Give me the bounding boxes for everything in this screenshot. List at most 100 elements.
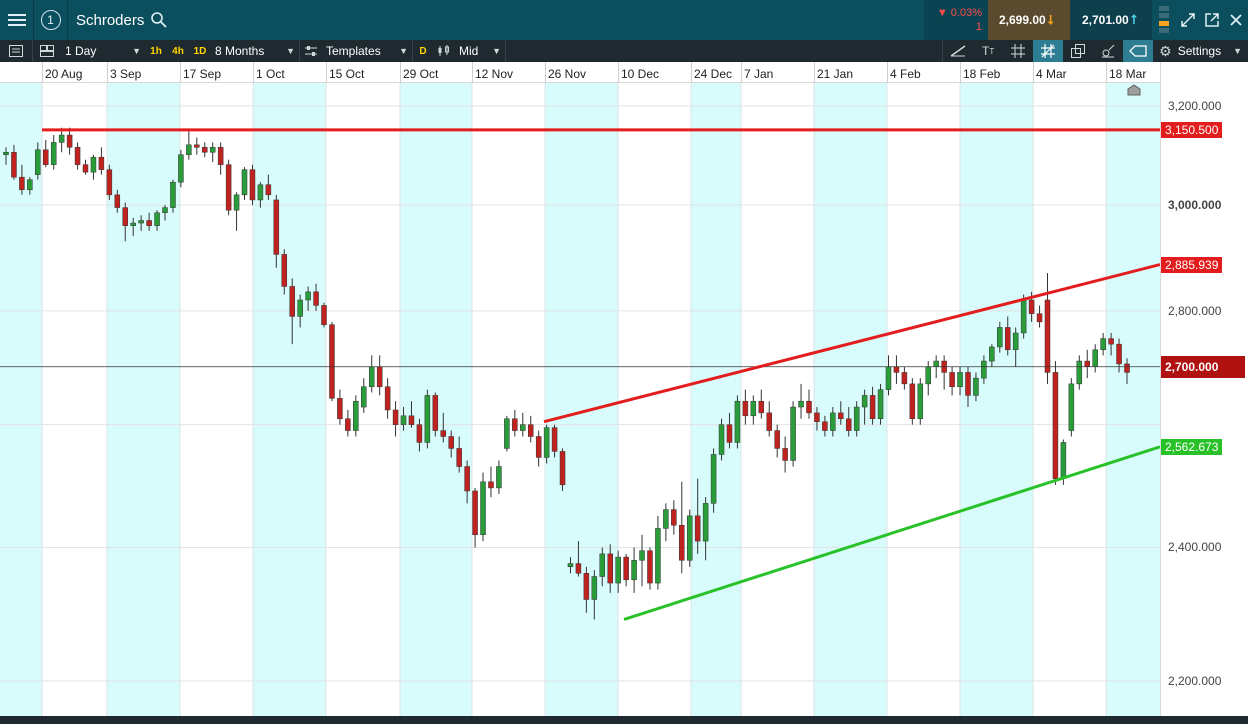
duplicate-icon[interactable] <box>1063 40 1093 62</box>
candle-body <box>806 400 812 414</box>
price-axis <box>1160 62 1248 724</box>
chart-app: { "topbar": { "window_number": "1", "ins… <box>0 0 1248 724</box>
candle-body <box>289 286 295 317</box>
layout-icon[interactable] <box>33 40 61 62</box>
candle-body <box>631 560 637 581</box>
candle-body <box>798 400 804 408</box>
candle-body <box>726 424 733 443</box>
down-arrow-icon: ⭣ <box>1047 12 1054 27</box>
templates-icon <box>305 46 317 56</box>
interval-dropdown[interactable]: 1 Day ▼ <box>61 40 145 62</box>
candle-body <box>877 389 884 419</box>
candle-body <box>1028 299 1035 314</box>
candle-body <box>750 400 757 417</box>
resistance-price-tag: 3,150.500 <box>1161 121 1223 138</box>
candle-body <box>305 291 311 301</box>
candle-body <box>337 398 343 419</box>
candle-body <box>209 147 216 153</box>
price-type-label: Mid <box>459 44 479 58</box>
candle-body <box>432 395 439 431</box>
indicator-icon[interactable] <box>1093 40 1123 62</box>
draw-line-icon[interactable] <box>943 40 973 62</box>
candle-body <box>154 212 160 226</box>
candle-body <box>345 418 351 431</box>
search-icon[interactable] <box>150 11 168 29</box>
interval-4h[interactable]: 4h <box>167 40 189 62</box>
candle-body <box>368 366 375 387</box>
candle-body <box>448 436 454 449</box>
upper-channel-price-tag: 2,885.939 <box>1161 256 1223 273</box>
candle-body <box>917 383 924 419</box>
candle-body <box>885 366 892 390</box>
candle-body <box>822 421 828 431</box>
candle-body <box>353 400 359 431</box>
depth-icon[interactable] <box>1152 0 1176 40</box>
candle-body <box>233 194 240 211</box>
templates-label: Templates <box>326 44 381 58</box>
range-dropdown[interactable]: 8 Months ▼ <box>211 40 299 62</box>
candle-body <box>440 430 447 437</box>
popout-icon[interactable] <box>1200 0 1224 40</box>
price-tick-label: 3,200.000 <box>1168 99 1222 113</box>
templates-dropdown[interactable]: Templates ▼ <box>300 40 412 62</box>
candle-body <box>1108 338 1114 345</box>
settings-label: Settings <box>1177 44 1222 58</box>
sell-button[interactable]: 2,699.00 ⭣ <box>988 0 1070 40</box>
candle-body <box>66 134 73 148</box>
menu-button[interactable] <box>0 0 34 40</box>
candle-body <box>281 254 288 287</box>
settings-button[interactable]: ⚙ Settings ▼ <box>1153 40 1248 62</box>
candle-body <box>607 553 613 584</box>
price-chart[interactable] <box>0 62 1248 724</box>
d-button[interactable]: D <box>413 40 433 62</box>
text-tool-icon[interactable]: TT <box>973 40 1003 62</box>
change-points: 1 <box>975 21 982 33</box>
candle-body <box>686 515 693 561</box>
label-tag-icon[interactable] <box>1123 40 1154 62</box>
grid-icon[interactable] <box>1003 40 1033 62</box>
candle-body <box>456 448 462 467</box>
candle-body <box>512 418 518 431</box>
crosshair-icon[interactable] <box>1033 40 1064 62</box>
candle-body <box>973 377 979 396</box>
candle-body <box>98 156 105 170</box>
candle-body <box>567 563 574 568</box>
candle-body <box>591 576 598 600</box>
candle-body <box>58 134 65 143</box>
home-marker-icon[interactable] <box>1127 84 1141 96</box>
chevron-down-icon: ▼ <box>286 46 295 56</box>
interval-1h[interactable]: 1h <box>145 40 167 62</box>
candle-body <box>742 400 749 417</box>
buy-button[interactable]: 2,701.00 ⭡ <box>1070 0 1152 40</box>
candle-body <box>710 454 717 504</box>
candle-body <box>202 147 208 153</box>
candle-body <box>893 366 900 373</box>
candle-body <box>1060 442 1067 479</box>
window-number-button[interactable]: 1 <box>34 0 68 40</box>
candle-body <box>997 327 1003 348</box>
interval-label: 1 Day <box>65 44 97 58</box>
chevron-down-icon: ▼ <box>399 46 408 56</box>
chart-band <box>691 83 741 724</box>
list-icon[interactable] <box>0 40 32 62</box>
lower-channel-price-tag: 2,562.673 <box>1161 438 1223 455</box>
candle-body <box>543 427 550 458</box>
candle-body <box>43 149 49 165</box>
up-arrow-icon: ⭡ <box>1130 12 1137 27</box>
candle-body <box>114 194 121 208</box>
price-type-dropdown[interactable]: Mid ▼ <box>433 40 505 62</box>
chart-band <box>1106 83 1160 724</box>
interval-1d[interactable]: 1D <box>189 40 211 62</box>
candle-body <box>504 418 510 449</box>
candle-body <box>520 424 526 431</box>
candles-icon <box>438 45 449 56</box>
candle-body <box>1044 299 1051 373</box>
close-icon[interactable] <box>1224 0 1248 40</box>
chart-band <box>960 83 1033 724</box>
expand-icon[interactable] <box>1176 0 1200 40</box>
candle-body <box>853 406 860 431</box>
instrument-title[interactable]: Schroders <box>76 12 144 29</box>
candle-body <box>122 207 129 226</box>
candle-body <box>782 448 788 461</box>
candle-body <box>106 169 113 196</box>
